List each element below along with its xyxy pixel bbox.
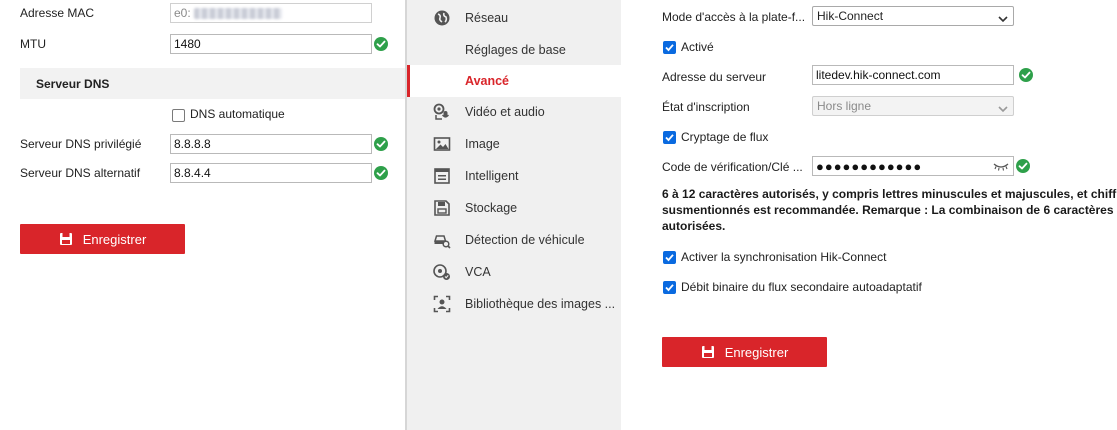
hik-sync-checkbox[interactable] [663, 251, 676, 264]
mtu-field[interactable]: 1480 [170, 34, 372, 54]
sidebar-item-label: Stockage [465, 201, 518, 215]
server-address-label: Adresse du serveur [662, 70, 767, 84]
help-line: autorisées. [662, 219, 726, 233]
verification-code-value: ●●●●●●●●●●●● [816, 158, 923, 174]
adaptive-bitrate-label: Débit binaire du flux secondaire autoada… [681, 280, 922, 294]
preferred-dns-label: Serveur DNS privilégié [20, 137, 142, 151]
globe-icon [433, 9, 451, 27]
save-icon [701, 345, 715, 359]
chevron-down-icon [998, 12, 1008, 23]
verification-code-field[interactable]: ●●●●●●●●●●●● [812, 156, 1014, 176]
sidebar-item-label: Avancé [465, 74, 510, 88]
sidebar-item-video-audio[interactable]: Vidéo et audio [407, 96, 621, 128]
sidebar-item-image[interactable]: Image [407, 128, 621, 160]
save-button-right[interactable]: Enregistrer [662, 337, 827, 367]
registration-status-value: Hors ligne [817, 99, 872, 113]
save-button-left[interactable]: Enregistrer [20, 224, 185, 254]
mtu-value: 1480 [174, 37, 201, 51]
sidebar-item-label: VCA [465, 265, 491, 279]
access-mode-label: Mode d'accès à la plate-f... [662, 10, 806, 24]
sidebar-item-vca[interactable]: VCA [407, 256, 621, 288]
mac-address-label: Adresse MAC [20, 6, 95, 20]
preferred-dns-value: 8.8.8.8 [174, 137, 211, 151]
vehicle-search-icon [433, 231, 451, 249]
sidebar-item-label: Réglages de base [465, 43, 566, 57]
adaptive-bitrate-checkbox[interactable] [663, 281, 676, 294]
sidebar-item-advanced[interactable]: Avancé [407, 65, 621, 97]
alternate-dns-label: Serveur DNS alternatif [20, 166, 141, 180]
storage-icon [433, 199, 451, 217]
settings-sidebar: Réseau Réglages de base Avancé Vidéo et … [405, 0, 621, 430]
alternate-dns-value: 8.8.4.4 [174, 166, 211, 180]
sidebar-item-basic-settings[interactable]: Réglages de base [407, 34, 621, 66]
sidebar-item-label: Image [465, 137, 500, 151]
mac-address-value: e0: [174, 6, 191, 20]
stream-encryption-label: Cryptage de flux [681, 130, 769, 144]
server-address-field[interactable]: litedev.hik-connect.com [812, 65, 1014, 85]
mtu-label: MTU [20, 37, 46, 51]
enabled-label: Activé [681, 40, 714, 54]
auto-dns-label: DNS automatique [190, 107, 285, 121]
enabled-checkbox[interactable] [663, 41, 676, 54]
help-line: 6 à 12 caractères autorisés, y compris l… [662, 187, 1117, 201]
face-library-icon [433, 295, 451, 313]
auto-dns-checkbox[interactable] [172, 109, 185, 122]
verification-code-valid-icon [1016, 159, 1030, 173]
sidebar-item-label: Intelligent [465, 169, 519, 183]
image-icon [433, 135, 451, 153]
server-address-valid-icon [1019, 68, 1033, 82]
preferred-dns-valid-icon [374, 137, 388, 151]
sidebar-item-vehicle-detection[interactable]: Détection de véhicule [407, 224, 621, 256]
stream-encryption-checkbox[interactable] [663, 131, 676, 144]
sidebar-item-label: Vidéo et audio [465, 105, 545, 119]
save-button-label: Enregistrer [724, 344, 789, 360]
server-address-value: litedev.hik-connect.com [816, 68, 941, 82]
vca-icon [433, 263, 451, 281]
mtu-valid-icon [374, 37, 388, 51]
registration-status-select: Hors ligne [812, 96, 1014, 116]
chevron-down-icon [998, 102, 1008, 113]
mac-address-field: e0: [170, 3, 372, 23]
alternate-dns-valid-icon [374, 166, 388, 180]
hik-sync-label: Activer la synchronisation Hik-Connect [681, 250, 887, 264]
sidebar-item-label: Bibliothèque des images ... [465, 297, 616, 311]
list-icon [433, 167, 451, 185]
access-mode-select[interactable]: Hik-Connect [812, 6, 1014, 26]
alternate-dns-field[interactable]: 8.8.4.4 [170, 163, 372, 183]
save-icon [59, 232, 73, 246]
sidebar-item-image-library[interactable]: Bibliothèque des images ... [407, 288, 621, 320]
sidebar-item-intelligent[interactable]: Intelligent [407, 160, 621, 192]
network-settings-pane: Adresse MAC e0: MTU 1480 Serveur DNS DNS… [0, 0, 405, 430]
camera-mic-icon [433, 103, 451, 121]
hide-password-icon[interactable] [993, 161, 1009, 175]
mac-address-redaction [193, 7, 282, 19]
verification-code-label: Code de vérification/Clé ... [662, 160, 803, 174]
help-line: susmentionnés est recommandée. Remarque … [662, 203, 1114, 217]
registration-status-label: État d'inscription [662, 100, 750, 114]
sidebar-item-storage[interactable]: Stockage [407, 192, 621, 224]
sidebar-item-label: Réseau [465, 11, 509, 25]
dns-section-header: Serveur DNS [20, 68, 405, 99]
verification-code-help-text: 6 à 12 caractères autorisés, y compris l… [662, 186, 1117, 234]
platform-access-pane: Mode d'accès à la plate-f... Hik-Connect… [621, 0, 1117, 430]
dns-section-title: Serveur DNS [36, 77, 110, 91]
access-mode-value: Hik-Connect [817, 9, 884, 23]
preferred-dns-field[interactable]: 8.8.8.8 [170, 134, 372, 154]
save-button-label: Enregistrer [82, 231, 147, 247]
sidebar-item-network[interactable]: Réseau [407, 2, 621, 34]
sidebar-item-label: Détection de véhicule [465, 233, 585, 247]
